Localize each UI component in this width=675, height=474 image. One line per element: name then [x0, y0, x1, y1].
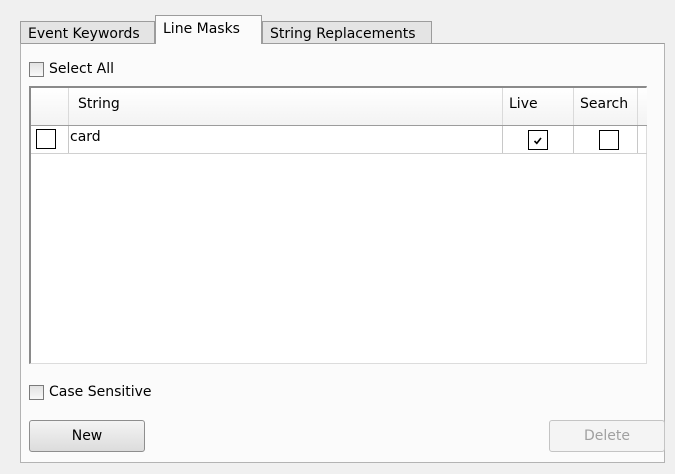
- column-header-filler: [638, 88, 647, 125]
- string-cell[interactable]: card: [69, 126, 503, 153]
- delete-button[interactable]: Delete: [549, 420, 665, 452]
- column-header-live[interactable]: Live: [503, 88, 574, 125]
- tab-line-masks-label: Line Masks: [163, 21, 240, 37]
- column-header-select: [31, 88, 69, 125]
- table-row[interactable]: card: [31, 126, 647, 154]
- tab-event-keywords-label: Event Keywords: [28, 26, 140, 42]
- case-sensitive-checkbox[interactable]: [29, 385, 44, 400]
- live-checkbox[interactable]: [528, 130, 548, 150]
- row-select-cell: [31, 126, 69, 153]
- column-header-search[interactable]: Search: [574, 88, 638, 125]
- tab-event-keywords[interactable]: Event Keywords: [20, 21, 155, 44]
- new-button[interactable]: New: [29, 420, 145, 452]
- table-header: String Live Search: [31, 88, 647, 126]
- select-all-label: Select All: [49, 61, 114, 77]
- line-masks-table[interactable]: String Live Search card: [29, 86, 647, 364]
- search-checkbox[interactable]: [599, 130, 619, 150]
- tab-line-masks[interactable]: Line Masks: [155, 15, 262, 44]
- live-cell: [503, 126, 574, 153]
- select-all-checkbox[interactable]: [29, 62, 44, 77]
- tab-string-replacements[interactable]: String Replacements: [262, 21, 432, 44]
- string-value: card: [70, 129, 101, 145]
- column-header-string[interactable]: String: [69, 88, 503, 125]
- row-select-checkbox[interactable]: [36, 129, 56, 149]
- check-mark-icon: [533, 137, 542, 145]
- search-cell: [574, 126, 638, 153]
- case-sensitive-label: Case Sensitive: [49, 384, 152, 400]
- tab-string-replacements-label: String Replacements: [270, 26, 416, 42]
